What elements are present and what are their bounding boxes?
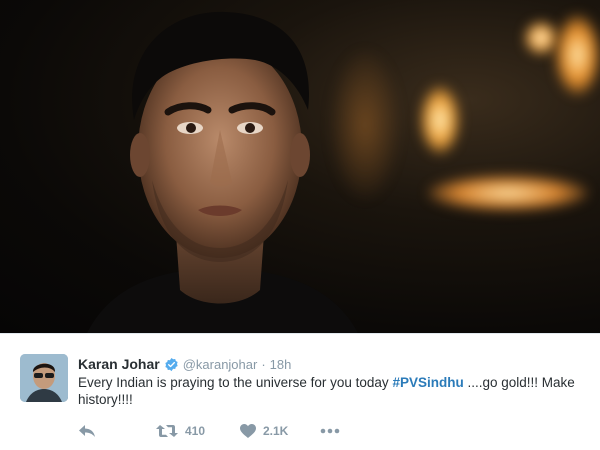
verified-badge-icon xyxy=(165,357,178,371)
more-button[interactable] xyxy=(320,428,350,434)
heart-icon xyxy=(240,424,256,438)
tweet-text: Every Indian is praying to the universe … xyxy=(78,374,578,408)
retweet-count: 410 xyxy=(185,424,206,438)
reply-icon xyxy=(79,425,95,437)
background-light xyxy=(428,175,588,211)
tweet-card: Karan Johar @karanjohar · 18h Every Indi… xyxy=(0,333,600,450)
background-light xyxy=(420,85,460,155)
background-light xyxy=(525,22,557,54)
tweet-timestamp[interactable]: 18h xyxy=(270,357,292,372)
tweet-photo[interactable] xyxy=(0,0,600,333)
author-name[interactable]: Karan Johar xyxy=(78,356,160,372)
tweet-actions: 410 2.1K xyxy=(78,421,350,441)
retweet-button[interactable]: 410 xyxy=(156,424,240,438)
background-light xyxy=(555,15,600,95)
like-button[interactable]: 2.1K xyxy=(240,424,320,438)
separator-dot: · xyxy=(261,356,266,372)
reply-button[interactable] xyxy=(78,424,156,438)
like-count: 2.1K xyxy=(263,424,289,438)
portrait-image xyxy=(87,11,358,333)
avatar[interactable] xyxy=(20,354,68,402)
author-handle[interactable]: @karanjohar xyxy=(183,357,258,372)
retweet-icon xyxy=(156,425,178,437)
tweet-text-part: Every Indian is praying to the universe … xyxy=(78,375,393,390)
hashtag-link[interactable]: #PVSindhu xyxy=(392,375,463,390)
tweet-header: Karan Johar @karanjohar · 18h xyxy=(78,355,291,373)
more-dots-icon xyxy=(320,428,340,434)
